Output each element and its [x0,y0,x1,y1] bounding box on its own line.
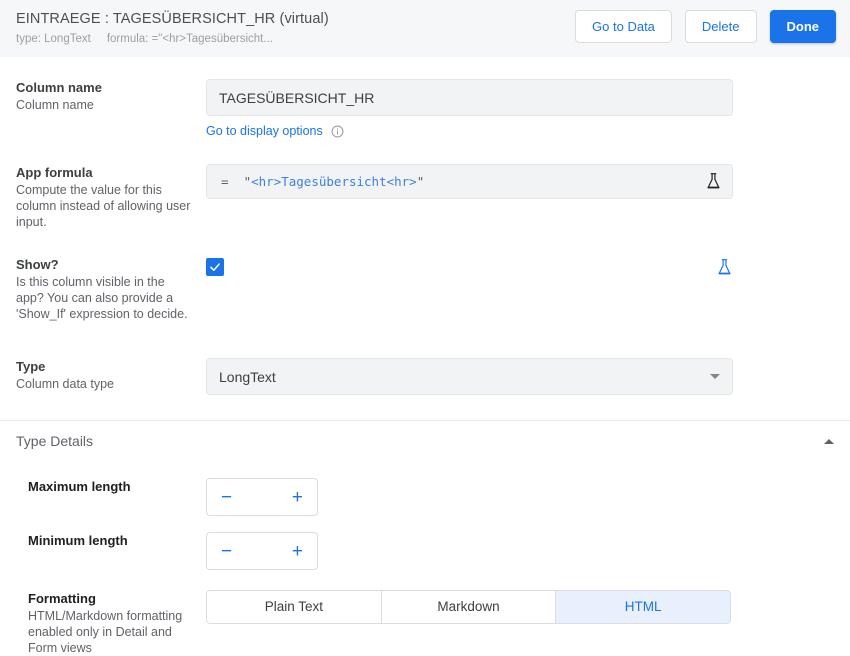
type-select-value: LongText [219,368,276,385]
type-field-group: LongText [206,358,834,395]
minimum-length-decrement[interactable]: − [221,542,232,561]
app-formula-field-group: = "<hr>Tagesübersicht<hr>" [206,164,834,199]
minimum-length-label-group: Minimum length [16,532,206,549]
maximum-length-stepper[interactable]: − + [206,478,318,516]
app-formula-title: App formula [16,165,93,180]
show-label-group: Show? Is this column visible in the app?… [16,256,206,322]
header-type-label: type: LongText [16,33,91,45]
show-checkbox[interactable] [206,258,224,276]
column-name-input[interactable]: TAGESÜBERSICHT_HR [206,79,733,116]
formula-close-quote: " [416,174,425,189]
app-formula-row: App formula Compute the value for this c… [16,138,834,230]
formatting-field-group: Plain Text Markdown HTML [206,590,731,624]
formula-open-quote: " [243,174,252,189]
type-row: Type Column data type LongText [16,322,834,395]
show-row: Show? Is this column visible in the app?… [16,230,834,322]
delete-button[interactable]: Delete [684,10,757,43]
column-name-description: Column name [16,98,94,112]
minimum-length-increment[interactable]: + [292,542,303,561]
show-flask-icon[interactable] [716,258,733,277]
maximum-length-label-group: Maximum length [16,478,206,495]
minimum-length-field-group: − + [206,532,318,570]
maximum-length-increment[interactable]: + [292,488,303,507]
formula-tag-close: <hr> [386,174,417,189]
formula-equals: = [221,174,229,189]
done-button[interactable]: Done [769,10,836,43]
maximum-length-field-group: − + [206,478,318,516]
minimum-length-row: Minimum length − + [0,532,850,570]
header-actions: Go to Data Delete Done [575,10,836,43]
type-title: Type [16,359,46,374]
formula-tag-open: <hr> [251,174,282,189]
formatting-segmented-control: Plain Text Markdown HTML [206,590,731,624]
type-select[interactable]: LongText [206,358,733,395]
formatting-row: Formatting HTML/Markdown formatting enab… [0,590,850,656]
type-details-header[interactable]: Type Details [0,421,850,460]
type-details-title: Type Details [16,433,94,449]
minimum-length-title: Minimum length [28,533,128,548]
settings-content: Column name Column name TAGESÜBERSICHT_H… [0,57,850,395]
show-field-group [206,256,834,277]
display-options-row: Go to display options [206,124,834,138]
type-label-group: Type Column data type [16,358,206,392]
formatting-label-group: Formatting HTML/Markdown formatting enab… [16,590,206,656]
header-formula-preview: ="<hr>Tagesübersicht... [151,33,273,45]
header-formula-label: formula: [106,33,149,45]
maximum-length-decrement[interactable]: − [221,488,232,507]
go-to-display-options-link[interactable]: Go to display options [206,124,323,138]
app-formula-input[interactable]: = "<hr>Tagesübersicht<hr>" [206,164,733,199]
page-header: EINTRAEGE : TAGESÜBERSICHT_HR (virtual) … [0,0,850,57]
show-title: Show? [16,257,59,272]
formatting-option-html[interactable]: HTML [556,590,731,624]
formula-word: Tagesübersicht [281,174,387,189]
flask-icon[interactable] [705,172,722,191]
app-formula-label-group: App formula Compute the value for this c… [16,164,206,230]
app-formula-description: Compute the value for this column instea… [16,183,191,229]
type-description: Column data type [16,377,114,391]
show-description: Is this column visible in the app? You c… [16,275,188,321]
minimum-length-stepper[interactable]: − + [206,532,318,570]
info-icon[interactable] [331,125,344,138]
show-controls [206,256,733,277]
formatting-description: HTML/Markdown formatting enabled only in… [28,609,183,655]
app-formula-expression: = "<hr>Tagesübersicht<hr>" [221,174,424,189]
chevron-up-icon[interactable] [824,438,834,444]
maximum-length-title: Maximum length [28,479,131,494]
chevron-down-icon[interactable] [710,374,720,379]
column-name-title: Column name [16,80,102,95]
column-name-label-group: Column name Column name [16,79,206,113]
go-to-data-button[interactable]: Go to Data [575,10,672,43]
formatting-option-markdown[interactable]: Markdown [381,590,557,624]
header-formula-group: formula: ="<hr>Tagesübersicht... [107,32,273,47]
maximum-length-row: Maximum length − + [0,478,850,516]
formatting-title: Formatting [28,591,96,606]
formatting-option-plain-text[interactable]: Plain Text [206,590,382,624]
column-name-field-group: TAGESÜBERSICHT_HR Go to display options [206,79,834,138]
column-name-row: Column name Column name TAGESÜBERSICHT_H… [16,57,834,138]
